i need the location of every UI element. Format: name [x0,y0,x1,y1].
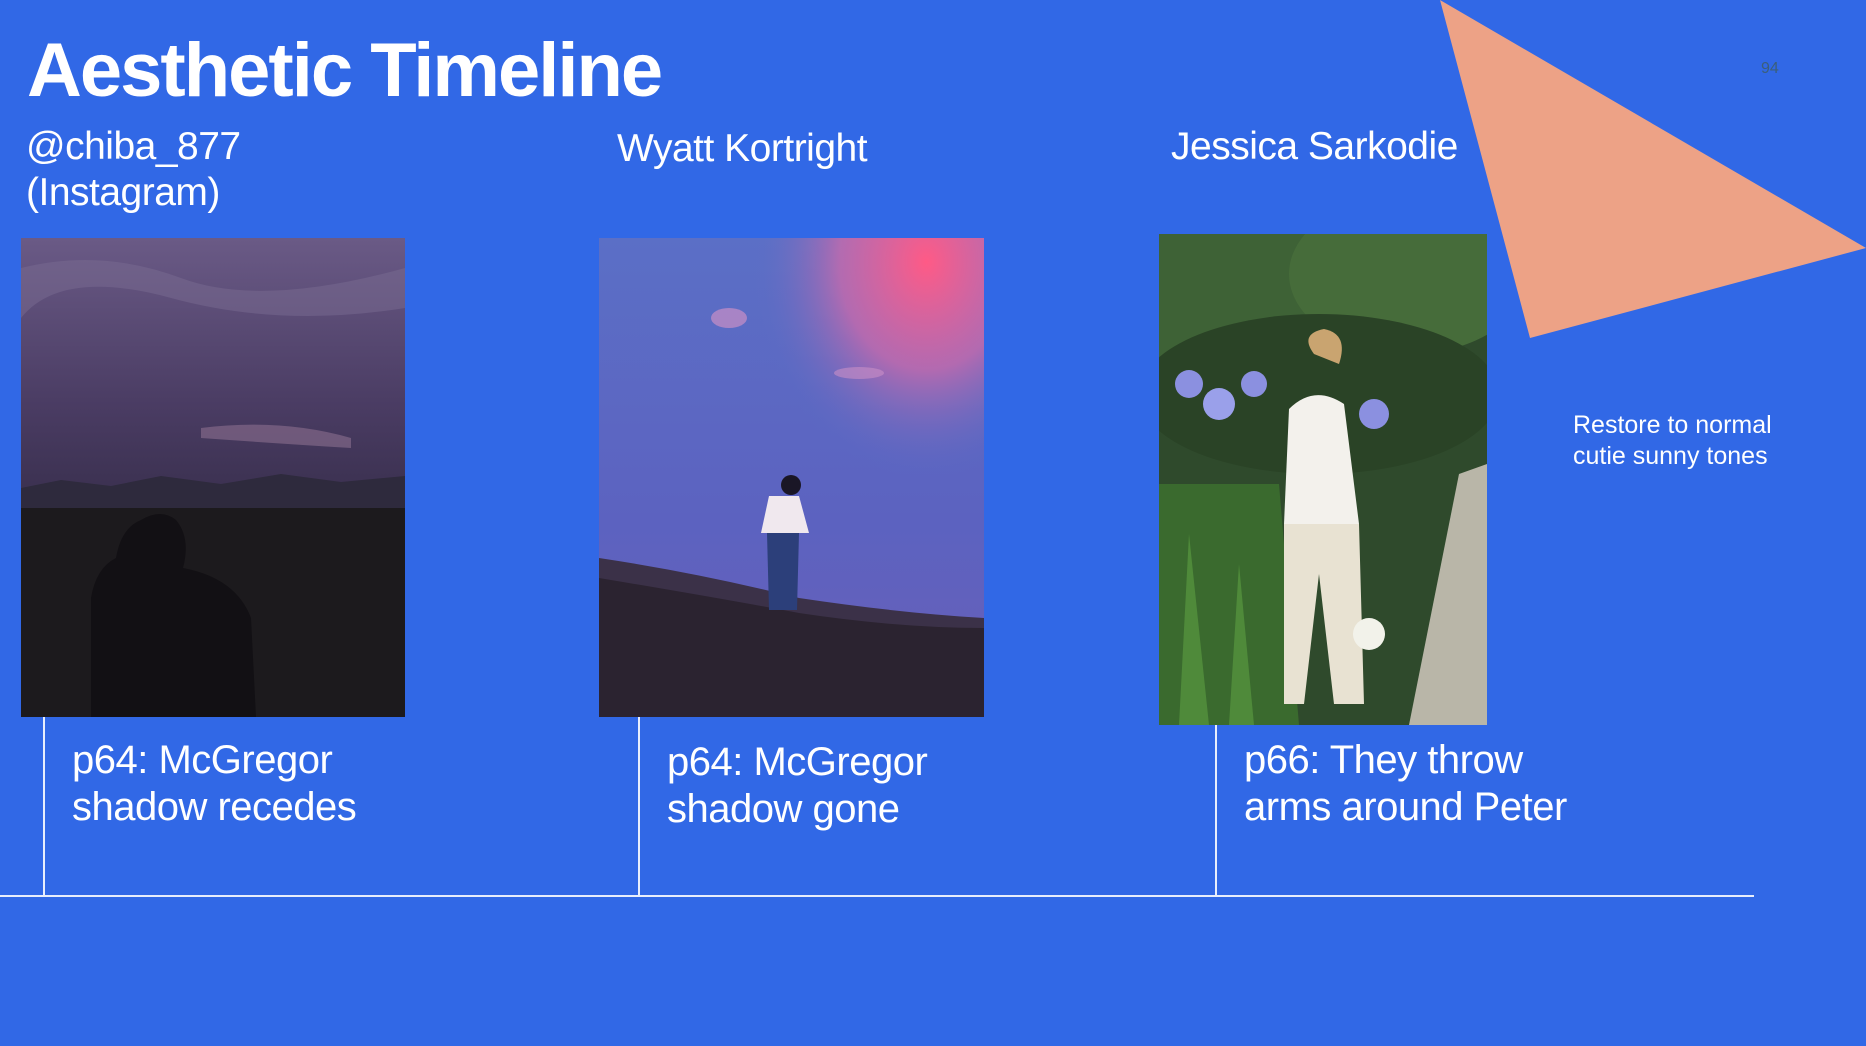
timeline-caption-3-line2: arms around Peter [1244,785,1567,829]
photo-credit-3: Jessica Sarkodie [1171,125,1458,168]
photo-credit-2: Wyatt Kortright [617,127,868,170]
timeline-axis [0,895,1754,897]
timeline-caption-3-line1: p66: They throw [1244,738,1523,782]
photo-dusk-silhouette [21,238,405,717]
timeline-caption-2-line1: p64: McGregor [667,740,928,784]
timeline-marker-1 [43,717,45,895]
side-note: Restore to normal cutie sunny tones [1573,410,1772,472]
timeline-caption-1: p64: McGregor shadow recedes [72,737,357,831]
timeline-caption-3: p66: They throw arms around Peter [1244,737,1567,831]
photo-credit-1-line2: (Instagram) [26,171,220,214]
timeline-caption-2: p64: McGregor shadow gone [667,739,928,833]
photo-woman-with-flowers [1159,234,1487,725]
photo-twilight-figure [599,238,984,717]
photo-credit-1-line1: @chiba_877 [26,125,241,168]
side-note-line1: Restore to normal [1573,411,1772,439]
side-note-line2: cutie sunny tones [1573,442,1768,470]
page-number: 94 [1761,60,1779,77]
timeline-marker-2 [638,717,640,895]
slide-title: Aesthetic Timeline [27,28,663,113]
timeline-caption-1-line1: p64: McGregor [72,738,333,782]
timeline-caption-2-line2: shadow gone [667,787,900,831]
timeline-marker-3 [1215,725,1217,895]
timeline-caption-1-line2: shadow recedes [72,785,357,829]
photo-credit-1: @chiba_877 (Instagram) [26,124,241,216]
